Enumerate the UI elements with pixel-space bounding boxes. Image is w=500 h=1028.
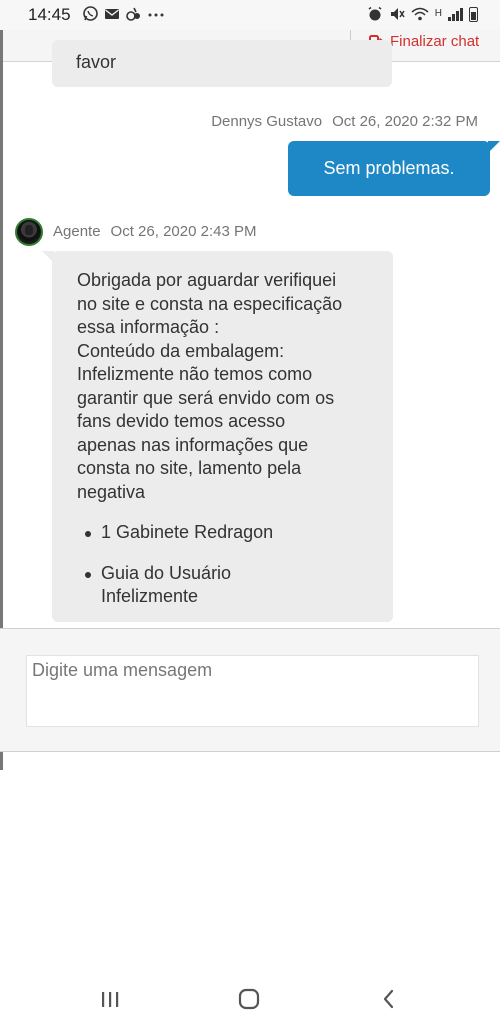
user-message-bubble: Sem problemas. [288,141,500,196]
recent-apps-icon [102,992,119,1007]
agent-message-line: Obrigada por aguardar verifiquei [77,270,337,290]
home-button[interactable] [234,986,264,1012]
app-icon [126,7,140,21]
agent-name: Agente [53,223,101,240]
message-composer [0,628,500,752]
agent-message-list: 1 Gabinete Redragon Guia do Usuário Infe… [77,521,373,609]
whatsapp-icon [83,6,98,21]
network-type-label: H [434,8,442,19]
battery-icon [469,6,478,22]
agent-message-text: Obrigada por aguardar verifiquei no site… [77,269,373,504]
status-bar: 14:45 H [0,0,500,30]
back-icon [383,989,394,1009]
agent-message-bubble: Obrigada por aguardar verifiquei no site… [42,251,393,622]
signal-icon [448,7,463,21]
agent-message-line: garantir que será envido com os [77,387,335,408]
agent-avatar [15,218,43,246]
agent-message-line: negativa [77,481,146,502]
list-item-line: Guia do Usuário [101,562,232,583]
back-button[interactable] [374,986,404,1012]
mail-icon [105,9,119,19]
notification-icons [82,5,165,22]
user-message-time: Oct 26, 2020 2:32 PM [332,113,478,130]
navigation-bar [0,968,500,1028]
previous-message-bubble: favor [52,40,392,87]
agent-message-line: consta no site, lamento pela [77,458,302,478]
agent-message-time: Oct 26, 2020 2:43 PM [110,223,257,240]
home-icon [238,988,260,1010]
message-input[interactable] [26,655,479,727]
wifi-icon [411,7,429,21]
more-icon [148,13,164,17]
user-message-text: Sem problemas. [323,158,455,178]
agent-message-line: Infelizmente não temos como [77,364,313,384]
agent-message-line: Conteúdo da embalagem: [77,340,285,361]
mute-icon [390,8,405,20]
agent-message-meta: Agente Oct 26, 2020 2:43 PM [53,223,256,240]
agent-message-line: apenas nas informações que [77,434,309,455]
list-item: 1 Gabinete Redragon [77,521,373,545]
user-message-meta: Dennys Gustavo Oct 26, 2020 2:32 PM [211,113,478,130]
agent-message-line: no site e consta na especificação [77,293,343,314]
list-item-line: 1 Gabinete Redragon [101,522,274,542]
status-time: 14:45 [28,5,71,24]
recent-apps-button[interactable] [95,986,125,1012]
previous-message-text: favor [76,52,117,72]
list-item-line: Infelizmente [101,586,199,606]
user-name: Dennys Gustavo [211,113,323,130]
end-chat-label: Finalizar chat [390,33,480,50]
system-icons: H [367,6,478,22]
agent-message-line: fans devido temos acesso [77,411,286,431]
list-item: Guia do Usuário Infelizmente [77,562,373,609]
alarm-icon [368,6,382,21]
agent-message-line: essa informação : [77,317,220,337]
